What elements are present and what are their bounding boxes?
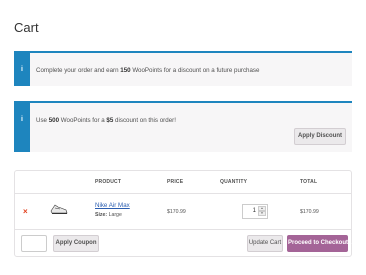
divider [15, 229, 351, 230]
header-total: TOTAL [300, 179, 318, 185]
product-subtotal: $170.99 [300, 209, 319, 215]
product-price: $170.99 [167, 209, 186, 215]
decrement-icon[interactable]: ▼ [258, 211, 266, 216]
notice-text: Use 500 WooPoints for a $5 discount on t… [36, 117, 176, 124]
info-icon: i [14, 53, 30, 86]
apply-coupon-button[interactable]: Apply Coupon [53, 235, 99, 252]
page-title: Cart [14, 20, 39, 35]
header-quantity: QUANTITY [220, 179, 248, 185]
coupon-code-input[interactable] [21, 235, 47, 252]
apply-discount-button[interactable]: Apply Discount [294, 128, 346, 145]
product-name-link[interactable]: Nike Air Max [95, 202, 130, 209]
quantity-spinner[interactable]: ▲ ▼ [258, 206, 266, 217]
product-thumbnail[interactable] [49, 201, 69, 216]
points-earn-notice: i Complete your order and earn 150 WooPo… [14, 51, 352, 86]
header-price: PRICE [167, 179, 184, 185]
notice-text: Complete your order and earn 150 WooPoin… [36, 67, 260, 74]
proceed-to-checkout-button[interactable]: Proceed to Checkout → [287, 235, 356, 252]
product-variation: Size: Large [95, 212, 122, 218]
quantity-value[interactable]: 1 [253, 208, 256, 214]
update-cart-button[interactable]: Update Cart [247, 235, 283, 252]
points-redeem-notice: i Use 500 WooPoints for a $5 discount on… [14, 101, 352, 152]
header-product: PRODUCT [95, 179, 122, 185]
info-icon: i [14, 103, 30, 152]
quantity-stepper[interactable]: 1 ▲ ▼ [242, 204, 268, 219]
divider [15, 193, 351, 194]
remove-item-icon[interactable]: × [23, 207, 28, 216]
cart-table: PRODUCT PRICE QUANTITY TOTAL × Nike Air … [14, 170, 356, 257]
